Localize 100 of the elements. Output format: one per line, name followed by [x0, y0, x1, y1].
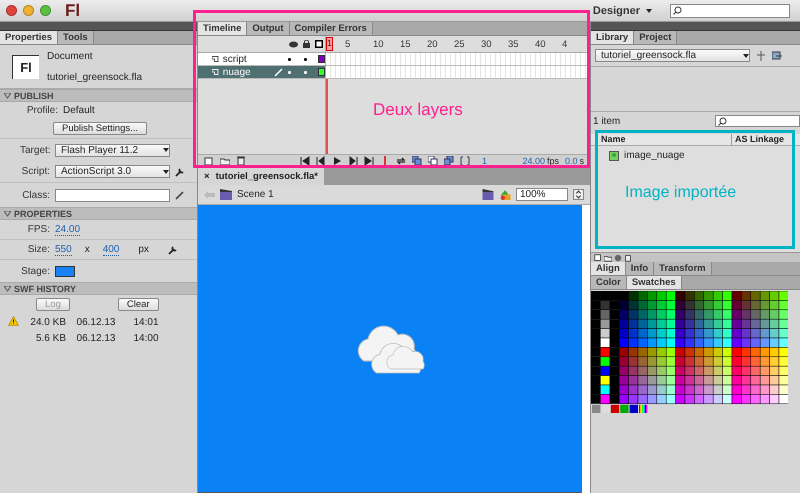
layer-row[interactable]: nuage — [198, 66, 590, 79]
step-back-icon[interactable] — [316, 156, 326, 166]
publish-settings-button[interactable]: Publish Settings... — [53, 122, 148, 135]
panel-tab[interactable]: Transform — [654, 262, 712, 275]
section-header[interactable]: SWF HISTORY — [0, 282, 197, 295]
onion-skin-icon[interactable] — [412, 156, 422, 166]
section-header[interactable]: PUBLISH — [0, 89, 197, 102]
pencil-icon[interactable] — [175, 190, 185, 200]
frame-rate[interactable]: 24.00 — [522, 156, 545, 166]
field-label: Stage: — [20, 266, 50, 276]
panel-tab[interactable]: Align — [591, 262, 626, 275]
collapse-triangle-icon — [4, 92, 11, 98]
field-label: Target: — [20, 144, 50, 156]
new-library-icon[interactable] — [772, 50, 782, 60]
workspace-menu[interactable]: Designer — [588, 4, 656, 16]
layer-color-square[interactable] — [318, 55, 325, 63]
last-frame-icon[interactable] — [364, 156, 374, 166]
field-label: Script: — [20, 166, 50, 177]
library-search-field[interactable] — [715, 115, 800, 127]
stage-color-swatch[interactable] — [55, 266, 75, 276]
scene-name[interactable]: Scene 1 — [237, 189, 274, 200]
new-symbol-icon[interactable] — [594, 254, 602, 262]
panel-tab[interactable]: Color — [591, 276, 627, 289]
layer-name: nuage — [222, 66, 252, 78]
field-label: Class: — [21, 190, 50, 200]
wrench-icon[interactable] — [168, 244, 178, 254]
panel-tab[interactable]: Swatches — [626, 276, 682, 289]
trash-icon[interactable] — [624, 254, 632, 262]
edit-frames-icon[interactable] — [444, 156, 454, 166]
wrench-icon[interactable] — [175, 166, 185, 176]
panel-tab[interactable]: Info — [626, 262, 654, 275]
column-header[interactable]: AS Linkage — [730, 134, 790, 145]
close-button[interactable] — [6, 5, 17, 16]
panel-tab[interactable]: Output — [247, 22, 290, 35]
profile-value: Default — [63, 105, 95, 116]
document-name: tutoriel_greensock.fla — [47, 72, 142, 82]
loop-icon[interactable] — [396, 156, 406, 166]
playhead[interactable]: 1 — [326, 37, 333, 51]
script-select[interactable]: ActionScript 3.0 — [55, 165, 170, 178]
outline-square-icon — [315, 40, 323, 48]
minimize-button[interactable] — [23, 5, 34, 16]
height-value[interactable]: 400 — [102, 244, 120, 256]
times-sign: x — [84, 244, 90, 255]
library-item[interactable]: image_nuage — [609, 150, 800, 161]
step-forward-icon[interactable] — [348, 156, 358, 166]
edit-symbol-icon[interactable] — [499, 189, 511, 200]
visible-dot[interactable] — [288, 70, 291, 74]
clear-button[interactable]: Clear — [118, 298, 159, 311]
class-field[interactable] — [55, 188, 170, 202]
field-label: Profile: — [26, 105, 58, 116]
close-tab-icon[interactable]: × — [204, 171, 210, 182]
elapsed-time[interactable]: 0.0 — [564, 156, 578, 166]
frame-number: 20 — [427, 38, 439, 50]
history-date: 06.12.13 — [76, 333, 116, 344]
width-value[interactable]: 550 — [55, 244, 72, 256]
lock-dot[interactable] — [304, 58, 307, 60]
dropdown-arrow-icon — [163, 148, 169, 152]
edit-scene-icon[interactable] — [482, 189, 494, 200]
unit-label: fps — [546, 156, 559, 166]
current-frame[interactable]: 1 — [482, 156, 487, 166]
panel-tab[interactable]: Timeline — [198, 22, 248, 35]
library-file-select[interactable]: tutoriel_greensock.fla — [595, 49, 750, 62]
lock-icon — [303, 40, 310, 48]
panel-tab[interactable]: Project — [634, 31, 678, 44]
pencil-icon — [274, 68, 284, 76]
panel-tab[interactable]: Properties — [0, 31, 58, 44]
zoom-button[interactable] — [40, 5, 51, 16]
history-time: 14:00 — [132, 333, 160, 344]
search-icon — [673, 6, 682, 15]
document-icon: Fl — [12, 54, 39, 78]
swatch-palette-drawing[interactable] — [591, 291, 788, 414]
panel-tab[interactable]: Compiler Errors — [290, 22, 373, 35]
target-select[interactable]: Flash Player 11.2 — [55, 144, 170, 156]
panel-tab[interactable]: Tools — [58, 31, 94, 44]
stepper-icon[interactable] — [573, 189, 584, 200]
visible-dot[interactable] — [288, 58, 291, 60]
frame-number: 40 — [535, 38, 547, 50]
document-tab[interactable]: × tutoriel_greensock.fla* — [198, 168, 324, 185]
fps-value[interactable]: 24.00 — [55, 224, 80, 236]
new-layer-icon[interactable] — [204, 156, 214, 166]
lock-dot[interactable] — [304, 70, 307, 74]
play-icon[interactable] — [332, 156, 342, 166]
column-header[interactable]: Name — [597, 134, 731, 145]
unit-label: s — [580, 156, 584, 166]
first-frame-icon[interactable] — [300, 156, 310, 166]
layer-row[interactable]: script — [198, 53, 590, 66]
search-field[interactable] — [670, 4, 790, 18]
layer-color-square[interactable] — [318, 68, 325, 76]
annotation-text: Image importée — [625, 184, 736, 202]
folder-icon[interactable] — [220, 156, 230, 166]
trash-icon[interactable] — [236, 156, 246, 166]
markers-icon[interactable] — [460, 156, 470, 166]
section-header[interactable]: PROPERTIES — [0, 207, 197, 220]
back-arrow-icon — [204, 190, 215, 198]
zoom-field[interactable]: 100% — [516, 188, 568, 201]
document-tab-label: tutoriel_greensock.fla* — [216, 171, 318, 182]
history-date: 06.12.13 — [76, 317, 116, 328]
panel-tab[interactable]: Library — [591, 31, 634, 44]
layer-name: script — [222, 54, 248, 64]
onion-outline-icon[interactable] — [428, 156, 438, 166]
